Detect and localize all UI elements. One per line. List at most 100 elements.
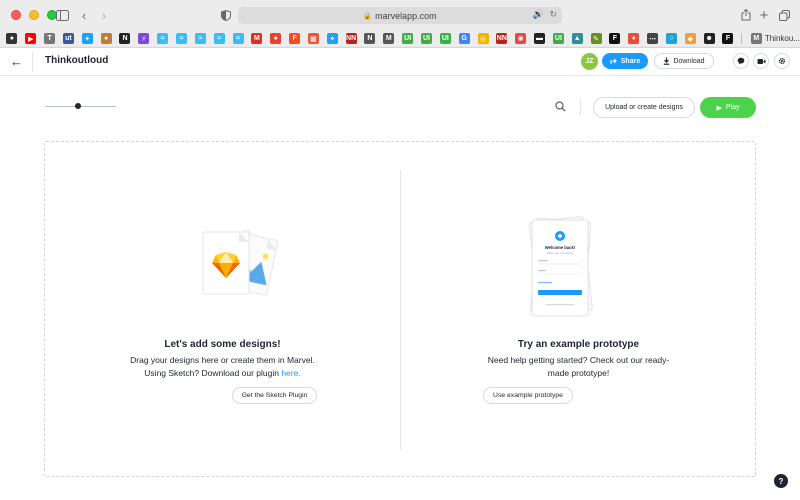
download-icon — [664, 57, 670, 65]
bookmark-tailwind-3[interactable]: ≈ — [192, 32, 208, 45]
share-page-icon[interactable] — [738, 7, 754, 23]
bookmark-ring[interactable]: ○ — [664, 32, 680, 45]
bookmark-dark-1-icon: ▬ — [534, 33, 546, 44]
bookmark-tailwind-5-icon: ≈ — [232, 33, 244, 44]
bookmark-twitter[interactable]: ✦ — [79, 32, 95, 45]
zoom-slider[interactable] — [45, 103, 116, 109]
add-designs-line-1: Drag your designs here or create them in… — [130, 355, 315, 365]
bookmark-red[interactable]: ● — [268, 32, 284, 45]
bookmark-framer-2[interactable]: F — [720, 32, 736, 45]
bookmark-figma[interactable]: F — [287, 32, 303, 45]
bookmark-dots[interactable]: ⋯ — [645, 32, 661, 45]
new-tab-icon[interactable]: + — [756, 7, 772, 24]
url-text: marvelapp.com — [375, 10, 437, 21]
bookmark-nn-1-icon: NN — [345, 33, 357, 44]
bookmark-grid-icon: ▦ — [307, 33, 319, 44]
bookmark-ui-3-icon: UI — [439, 33, 451, 44]
bookmark-diamond[interactable]: ◆ — [682, 32, 698, 45]
bookmark-ui-1[interactable]: UI — [400, 32, 416, 45]
bookmark-teal[interactable]: ▲ — [569, 32, 585, 45]
bookmark-ui-4[interactable]: UI — [550, 32, 566, 45]
download-button[interactable]: Download — [654, 53, 714, 69]
bookmark-youtube-icon: ▶ — [25, 33, 37, 44]
minimize-window-button[interactable] — [29, 10, 39, 20]
example-prototype-line-2: made prototype! — [547, 368, 610, 378]
tab-overview-icon[interactable] — [776, 7, 792, 23]
play-button-label: Play — [725, 104, 740, 111]
bookmark-framer[interactable]: F — [607, 32, 623, 45]
upload-or-create-button[interactable]: Upload or create designs — [593, 97, 695, 118]
design-drop-zone[interactable]: Let's add some designs! Drag your design… — [44, 141, 756, 477]
bookmark-framer-2-icon: F — [722, 33, 734, 44]
bookmark-ui-2[interactable]: UI — [419, 32, 435, 45]
bookmark-n-icon: N — [364, 33, 376, 44]
bookmark-nn-1[interactable]: NN — [343, 32, 359, 45]
bookmark-tailwind-1[interactable]: ≈ — [155, 32, 171, 45]
bookmark-gmail[interactable]: M — [249, 32, 265, 45]
bookmark-tailwind-3-icon: ≈ — [194, 33, 206, 44]
bookmark-ui-1-icon: UI — [402, 33, 414, 44]
bookmark-grid[interactable]: ▦ — [306, 32, 322, 45]
bookmark-flame[interactable]: ♦ — [626, 32, 642, 45]
speaker-icon[interactable]: 🔊 — [533, 9, 544, 20]
bookmark-pinwheel-icon: ✺ — [515, 33, 527, 44]
bookmark-tailwind-4[interactable]: ≈ — [211, 32, 227, 45]
bookmark-figure-icon: ● — [100, 33, 112, 44]
bookmark-circle[interactable]: ◎ — [475, 32, 491, 45]
bookmark-red-icon: ● — [270, 33, 282, 44]
shield-icon[interactable] — [218, 7, 234, 23]
bookmark-t[interactable]: T — [42, 32, 58, 45]
back-nav-icon[interactable]: ‹ — [76, 7, 92, 23]
bookmark-ut[interactable]: ut — [61, 32, 77, 45]
comments-button[interactable] — [733, 53, 749, 69]
bookmark-google[interactable]: G — [456, 32, 472, 45]
share-button[interactable]: Share — [602, 53, 648, 69]
bookmark-ui-4-icon: UI — [552, 33, 564, 44]
record-video-button[interactable] — [753, 53, 769, 69]
bookmark-notion-icon: N — [119, 33, 131, 44]
bookmark-dark-1[interactable]: ▬ — [532, 32, 548, 45]
use-example-prototype-button[interactable]: Use example prototype — [483, 387, 573, 404]
bookmark-nn-2[interactable]: NN — [494, 32, 510, 45]
sketch-plugin-link[interactable]: here. — [281, 368, 300, 378]
get-sketch-plugin-button[interactable]: Get the Sketch Plugin — [232, 387, 317, 404]
search-icon[interactable] — [555, 101, 566, 112]
close-window-button[interactable] — [11, 10, 21, 20]
help-button[interactable]: ? — [774, 474, 788, 488]
bookmark-tailwind-1-icon: ≈ — [157, 33, 169, 44]
avatar[interactable]: JZ — [581, 53, 598, 70]
forward-nav-icon[interactable]: › — [96, 7, 112, 23]
sidebar-toggle-icon[interactable] — [54, 7, 70, 23]
download-button-label: Download — [673, 57, 705, 65]
bookmark-ui-3[interactable]: UI — [437, 32, 453, 45]
back-arrow-icon[interactable]: ← — [10, 54, 23, 69]
browser-chrome: ‹ › 🔒 marvelapp.com 🔊 ↻ + ● ▶ Tut ✦ ● N ⚡ ≈ ≈ ≈ ≈ ≈… — [0, 0, 800, 48]
bookmark-n[interactable]: N — [362, 32, 378, 45]
bookmark-twitter-2[interactable]: ✦ — [324, 32, 340, 45]
settings-button[interactable] — [774, 53, 790, 69]
bookmark-figure[interactable]: ● — [98, 32, 114, 45]
bookmark-tailwind-2[interactable]: ≈ — [174, 32, 190, 45]
add-designs-line-2-text: Using Sketch? Download our plugin — [144, 368, 282, 378]
bookmark-feather[interactable]: ✎ — [588, 32, 604, 45]
address-bar[interactable]: 🔒 marvelapp.com 🔊 ↻ — [238, 7, 562, 24]
bookmark-youtube[interactable]: ▶ — [23, 32, 39, 45]
zoom-slider-handle[interactable] — [75, 103, 82, 109]
bookmark-1[interactable]: ● — [4, 32, 20, 45]
bookmark-pinwheel[interactable]: ✺ — [513, 32, 529, 45]
bookmark-nn-2-icon: NN — [496, 33, 508, 44]
bookmark-tailwind-4-icon: ≈ — [213, 33, 225, 44]
bookmark-ut-icon: ut — [62, 33, 74, 44]
bookmark-m[interactable]: M — [381, 32, 397, 45]
play-button[interactable]: ▶ Play — [700, 97, 756, 118]
bookmark-google-icon: G — [458, 33, 470, 44]
header-divider — [32, 52, 33, 72]
bookmark-thinkoutloud[interactable]: M Thinkou... — [750, 33, 800, 44]
bookmark-bolt[interactable]: ⚡ — [136, 32, 152, 45]
bookmark-tailwind-5[interactable]: ≈ — [230, 32, 246, 45]
reload-icon[interactable]: ↻ — [549, 9, 557, 20]
toolbar-divider — [580, 99, 581, 115]
bookmark-circle-icon: ◎ — [477, 33, 489, 44]
bookmark-notion[interactable]: N — [117, 32, 133, 45]
bookmark-skull[interactable]: ☻ — [701, 32, 717, 45]
